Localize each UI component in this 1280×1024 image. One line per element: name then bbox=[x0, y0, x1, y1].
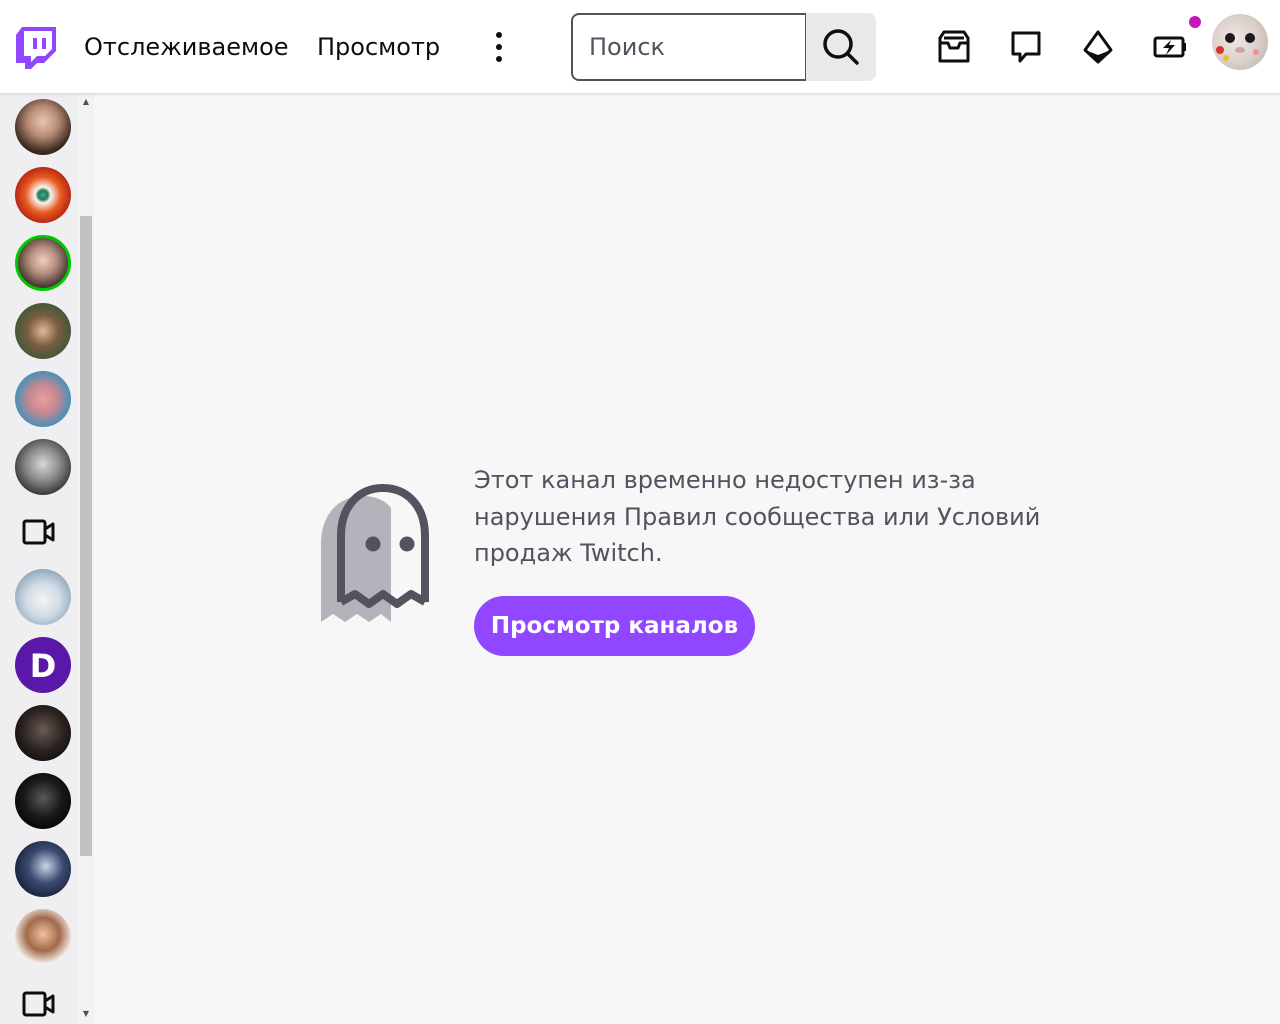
followed-channels-sidebar: ▲ ▼ D bbox=[0, 94, 94, 1024]
sidebar-video-section-2[interactable] bbox=[22, 990, 56, 1018]
more-vertical-icon[interactable] bbox=[482, 27, 516, 67]
sidebar-video-section[interactable] bbox=[22, 518, 56, 546]
bits-icon bbox=[1083, 30, 1113, 64]
sidebar-avatar-6[interactable] bbox=[15, 439, 71, 495]
sidebar-avatar-2[interactable] bbox=[15, 167, 71, 223]
notification-dot bbox=[1187, 14, 1203, 30]
prime-crown-icon bbox=[1153, 36, 1186, 58]
search-bar bbox=[571, 13, 876, 81]
sidebar-avatar-8[interactable]: D bbox=[15, 637, 71, 693]
sidebar-avatar-12[interactable] bbox=[15, 909, 71, 965]
sidebar-avatar-11[interactable] bbox=[15, 841, 71, 897]
nav-following-link[interactable]: Отслеживаемое bbox=[84, 30, 289, 64]
sidebar-avatar-9[interactable] bbox=[15, 705, 71, 761]
sidebar-avatar-10[interactable] bbox=[15, 773, 71, 829]
search-button[interactable] bbox=[806, 13, 876, 81]
channel-unavailable-message: Этот канал временно недоступен из-за нару… bbox=[474, 462, 1074, 572]
sidebar-avatar-3[interactable] bbox=[15, 235, 71, 291]
search-icon bbox=[823, 29, 859, 65]
search-input[interactable] bbox=[571, 13, 807, 81]
sidebar-scrollbar-thumb[interactable] bbox=[80, 216, 92, 856]
message-line-3: продаж Twitch. bbox=[474, 539, 663, 567]
twitch-logo-icon[interactable] bbox=[16, 27, 56, 69]
scroll-up-arrow[interactable]: ▲ bbox=[80, 96, 92, 108]
prime-button[interactable] bbox=[1150, 27, 1190, 67]
scroll-down-arrow[interactable]: ▼ bbox=[80, 1008, 92, 1020]
ghost-icon bbox=[321, 483, 445, 624]
inbox-icon bbox=[938, 30, 970, 63]
whispers-icon bbox=[1011, 31, 1041, 63]
sidebar-avatar-4[interactable] bbox=[15, 303, 71, 359]
bits-button[interactable] bbox=[1078, 27, 1118, 67]
top-nav: Отслеживаемое Просмотр bbox=[0, 0, 1280, 94]
nav-browse-link[interactable]: Просмотр bbox=[317, 30, 440, 64]
sidebar-avatar-7[interactable] bbox=[15, 569, 71, 625]
video-camera-icon bbox=[22, 519, 55, 545]
whispers-button[interactable] bbox=[1006, 27, 1046, 67]
sidebar-avatar-1[interactable] bbox=[15, 99, 71, 155]
video-camera-icon bbox=[22, 991, 55, 1017]
message-line-1: Этот канал временно недоступен из-за bbox=[474, 466, 976, 494]
svg-text:D: D bbox=[30, 647, 57, 685]
user-avatar[interactable] bbox=[1212, 14, 1268, 70]
inbox-button[interactable] bbox=[934, 27, 974, 67]
sidebar-avatar-5[interactable] bbox=[15, 371, 71, 427]
message-line-2: нарушения Правил сообщества или Условий bbox=[474, 502, 1041, 531]
browse-channels-button[interactable]: Просмотр каналов bbox=[474, 596, 755, 656]
